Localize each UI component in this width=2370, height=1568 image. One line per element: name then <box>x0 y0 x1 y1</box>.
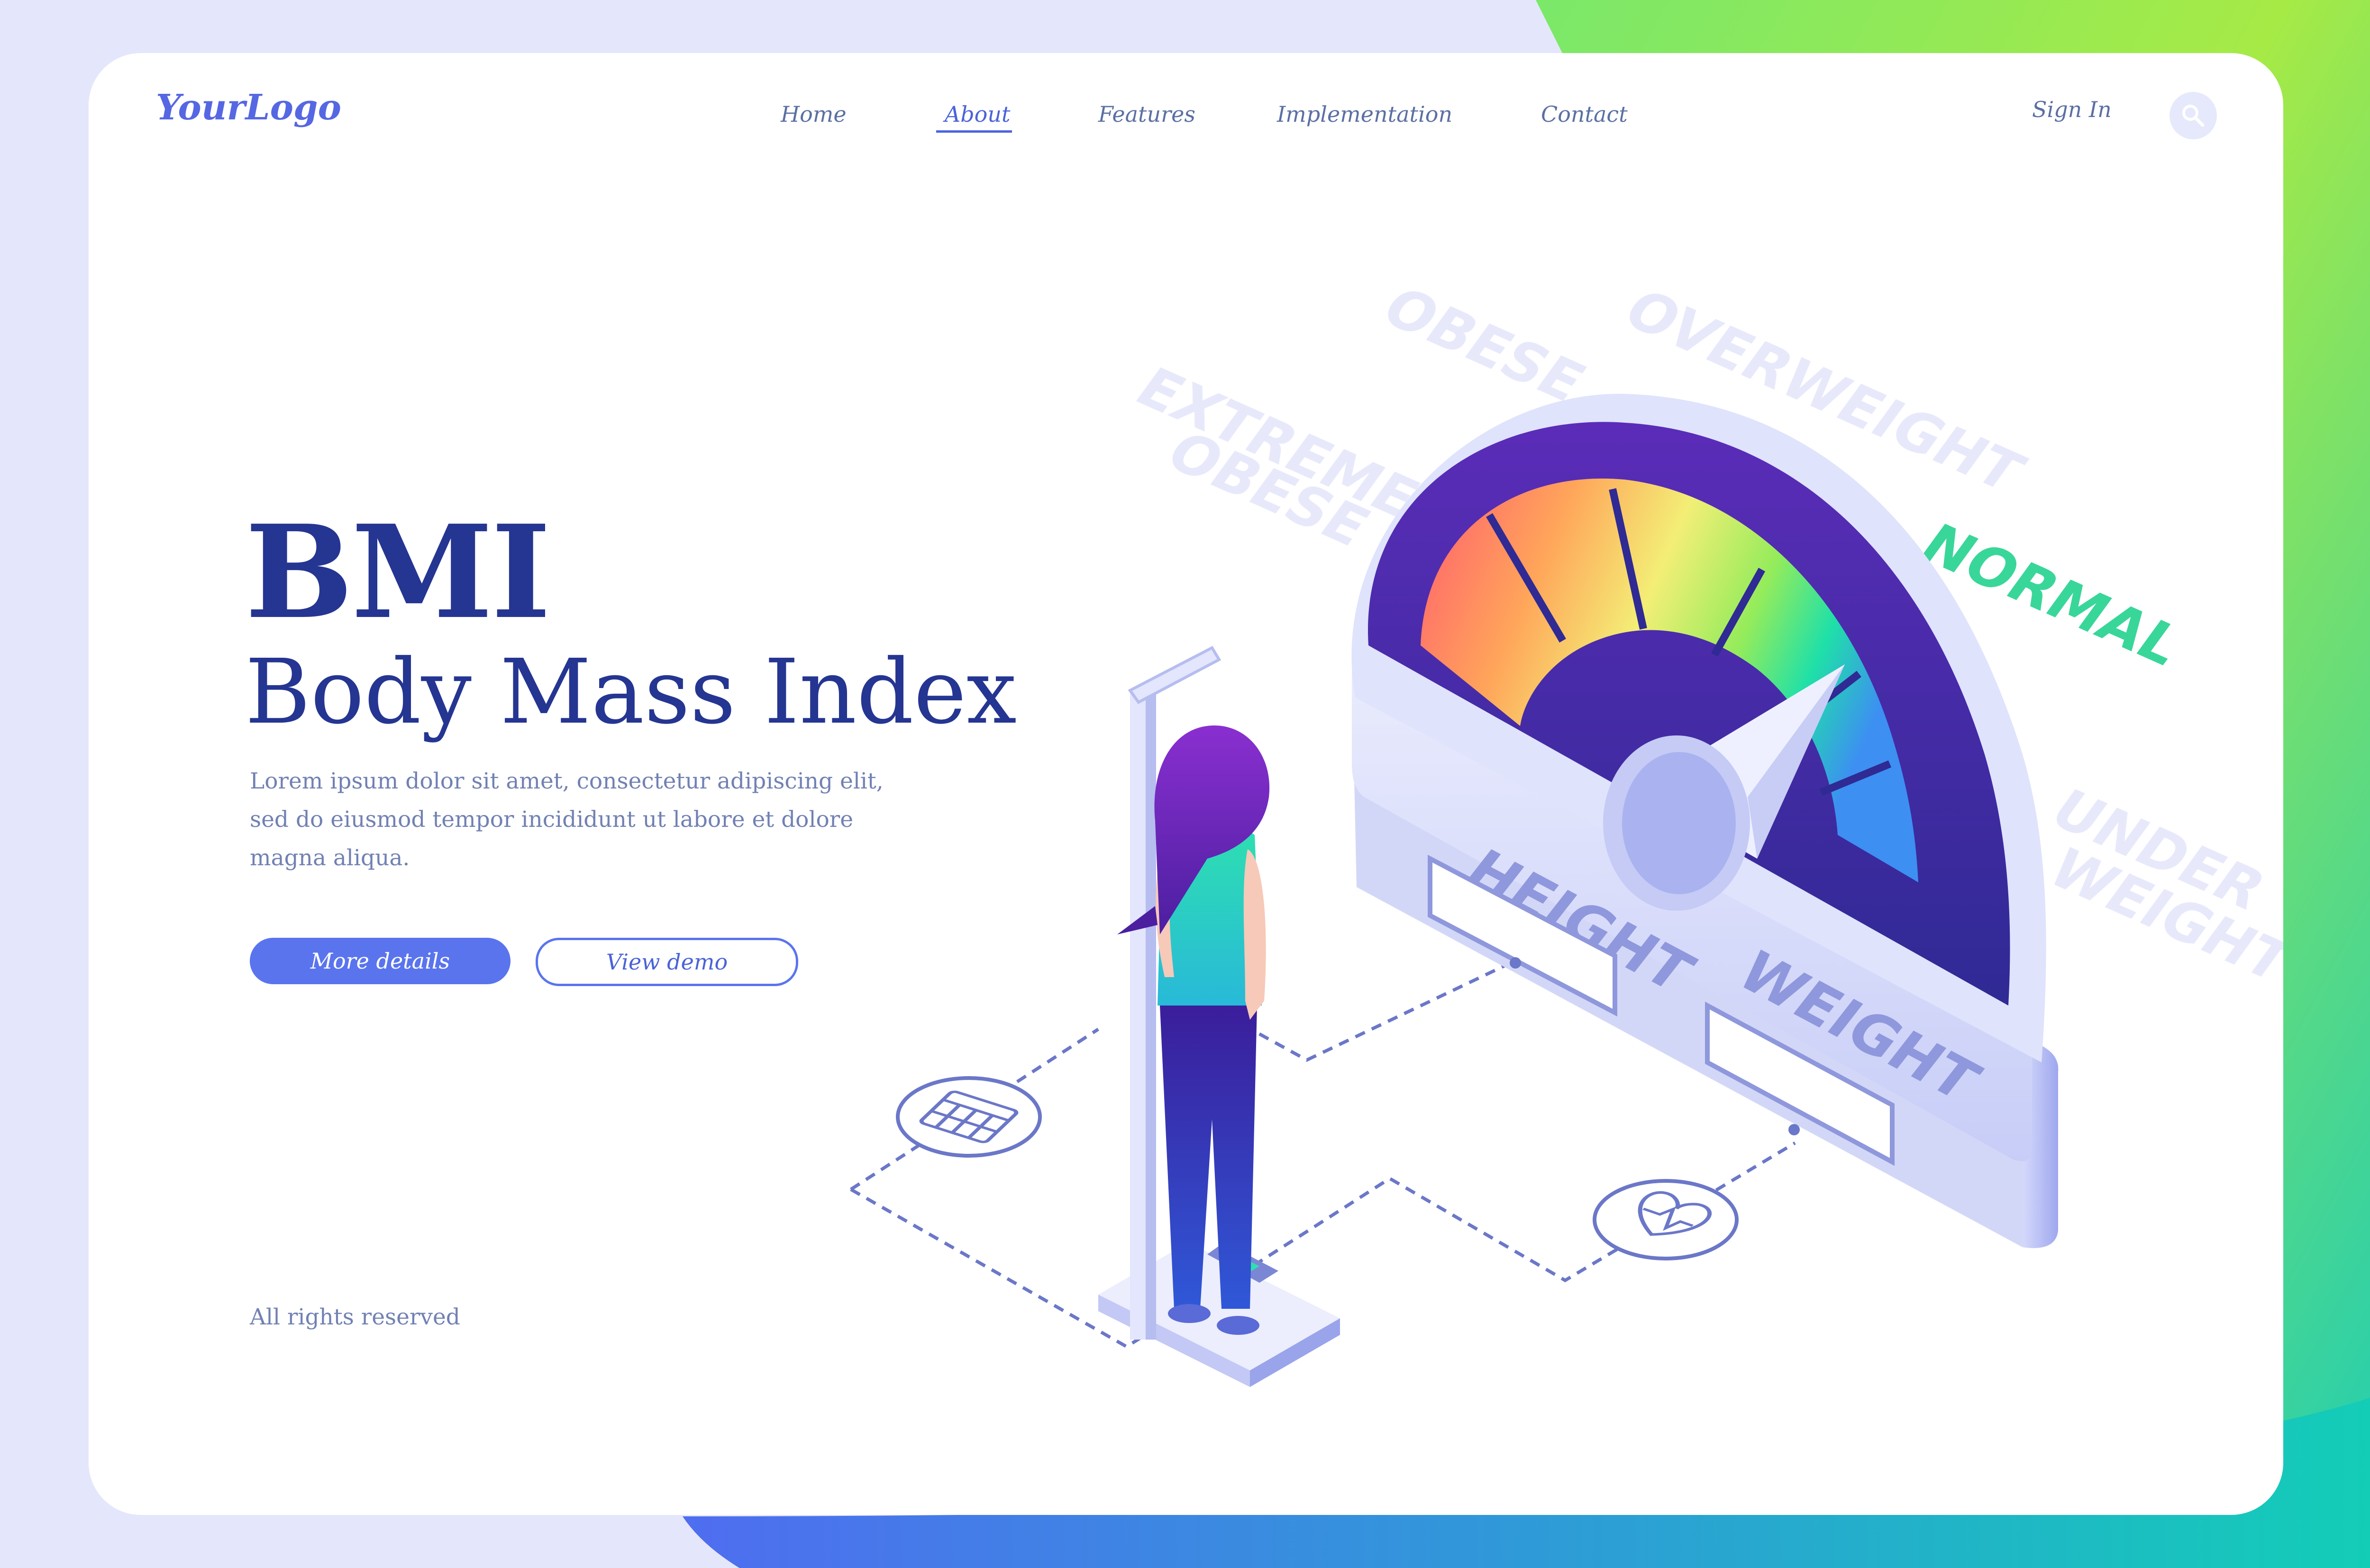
landing-card: YourLogo Home About Features Implementat… <box>89 53 2283 1515</box>
category-obese: OBESE <box>1370 276 1598 414</box>
heart-scale-icon <box>1593 1179 1739 1260</box>
calendar-icon <box>896 1076 1042 1158</box>
bmi-illustration: EXTREMELY OBESE OBESE OVERWEIGHT UNDER W… <box>850 276 2283 1387</box>
woman-on-scale <box>1098 646 1340 1387</box>
